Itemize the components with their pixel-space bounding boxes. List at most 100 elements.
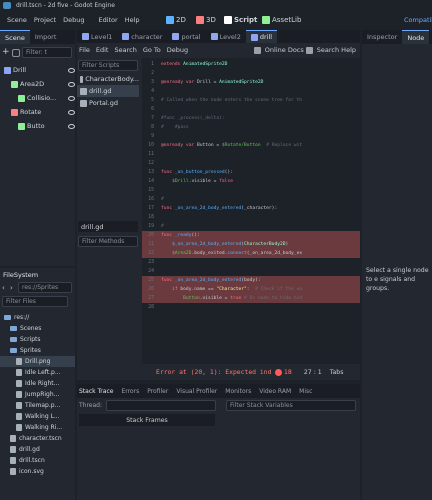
thread-select[interactable] — [106, 399, 217, 411]
visibility-icon[interactable] — [68, 123, 75, 129]
script-list-item[interactable]: drill.gd — [77, 85, 139, 97]
renderer-selector[interactable]: Compatibi — [404, 16, 432, 24]
scene-tab-icon — [122, 33, 130, 40]
visibility-icon[interactable] — [68, 81, 75, 87]
filesystem-item[interactable]: drill.tscn — [0, 455, 75, 466]
filesystem-item[interactable]: Idle Right... — [0, 378, 75, 389]
scene-tab[interactable]: Level1 — [77, 30, 117, 43]
title-bar: drill.tscn - 2d five - Godot Engine — [0, 0, 432, 11]
scene-node-1[interactable]: Area2D — [0, 77, 75, 91]
filesystem-item-label: drill.gd — [19, 446, 40, 453]
code-line: 4 — [142, 87, 360, 96]
filter-scripts-input[interactable]: Filter Scripts — [78, 60, 138, 71]
filesystem-item[interactable]: Scenes — [0, 323, 75, 334]
filter-stack-input[interactable]: Filter Stack Variables — [226, 399, 357, 411]
filesystem-item[interactable]: Walking L... — [0, 411, 75, 422]
menu-project[interactable]: Project — [34, 16, 56, 24]
debugger-tab[interactable]: Profiler — [147, 388, 168, 395]
scene-tab[interactable]: Level2 — [206, 30, 246, 43]
script-menu-item[interactable]: File — [79, 46, 90, 54]
debugger-tab[interactable]: Misc — [299, 388, 312, 395]
tab-import[interactable]: Import — [30, 30, 62, 44]
scene-tab[interactable]: portal — [167, 30, 205, 43]
debugger-tab[interactable]: Stack Trace — [79, 388, 113, 395]
menu-editor[interactable]: Editor — [98, 16, 117, 24]
code-line: 11 — [142, 150, 360, 159]
link-icon[interactable] — [12, 48, 20, 57]
script-menu-item[interactable]: Debug — [167, 46, 188, 54]
online-docs-button[interactable]: Online Docs — [253, 46, 304, 54]
error-count[interactable]: 18 — [284, 369, 292, 376]
filesystem-item[interactable]: res:// — [0, 312, 75, 323]
debugger-tab[interactable]: Visual Profiler — [176, 388, 217, 395]
scene-tab-label: Level2 — [219, 32, 241, 41]
scene-node-3[interactable]: Rotate — [0, 105, 75, 119]
code-editor[interactable]: 1 extends AnimatedSprite2D 2 3 @onready var … — [142, 58, 360, 364]
workspace-3d[interactable]: 3D — [196, 14, 216, 26]
back-icon[interactable]: ‹ — [2, 284, 8, 292]
code-line: 21 $_on_area_2d_body_entered(CharacterBo… — [142, 240, 360, 249]
filesystem-item[interactable]: Idle Left.p... — [0, 367, 75, 378]
debugger-tabs: Stack Trace Errors Profiler Visual Profiler… — [77, 384, 360, 398]
menu-help[interactable]: Help — [125, 16, 140, 24]
script-menu-item[interactable]: Edit — [96, 46, 109, 54]
filesystem-path[interactable]: res://Sprites — [18, 282, 72, 293]
filesystem-item[interactable]: Drill.png — [0, 356, 75, 367]
filesystem-item[interactable]: Tilemap.p... — [0, 400, 75, 411]
filesystem-item[interactable]: drill.gd — [0, 444, 75, 455]
scene-node-4[interactable]: Butto — [0, 119, 75, 133]
visibility-icon[interactable] — [68, 67, 75, 73]
error-message[interactable]: Error at (20, 1): Expected ind — [156, 368, 273, 376]
script-list-item[interactable]: CharacterBody... — [77, 73, 139, 85]
scene-tab[interactable]: character — [117, 30, 167, 43]
tab-node[interactable]: Node — [402, 30, 430, 44]
menu-scene[interactable]: Scene — [7, 16, 27, 24]
script-list-item[interactable]: Portal.gd — [77, 97, 139, 109]
workspace-script[interactable]: Script — [224, 14, 257, 26]
scene-node-0[interactable]: Drill — [0, 63, 75, 77]
code-text: func _on_area_2d_body_entered(body): — [161, 278, 261, 283]
forward-icon[interactable]: › — [10, 284, 16, 292]
search-help-button[interactable]: Search Help — [305, 46, 356, 54]
line-number: 20 — [148, 233, 154, 238]
filter-methods-input[interactable]: Filter Methods — [78, 236, 138, 247]
workspace-assetlib[interactable]: AssetLib — [262, 14, 301, 26]
line-number: 26 — [148, 287, 154, 292]
scene-node-2[interactable]: Collisio... — [0, 91, 75, 105]
debugger-tab[interactable]: Errors — [121, 388, 139, 395]
scene-tab-icon — [210, 33, 218, 40]
indent-mode[interactable]: Tabs — [330, 369, 344, 376]
menu-debug[interactable]: Debug — [63, 16, 84, 24]
filesystem-item[interactable]: icon.svg — [0, 466, 75, 477]
debugger-tab[interactable]: Monitors — [225, 388, 251, 395]
filesystem-item-label: icon.svg — [19, 468, 44, 475]
filesystem-item[interactable]: Walking Ri... — [0, 422, 75, 433]
scene-node-label: Rotate — [20, 108, 42, 116]
workspace-2d[interactable]: 2D — [166, 14, 186, 26]
2d-icon — [166, 16, 174, 24]
tab-scene[interactable]: Scene — [0, 30, 30, 44]
line-number: 15 — [148, 188, 154, 193]
debugger-tab[interactable]: Video RAM — [259, 388, 291, 395]
filesystem-filter-input[interactable]: Filter Files — [2, 296, 68, 307]
scene-node-label: Collisio... — [27, 94, 57, 102]
scene-dock: Scene Import + Filter: t Drill Area2D Coll… — [0, 30, 75, 266]
file-icon — [16, 369, 22, 376]
code-line: 27 Button.visible = true # Or node_to_hi… — [142, 294, 360, 303]
script-menu-item[interactable]: Go To — [143, 46, 161, 54]
filesystem-item[interactable]: Sprites — [0, 345, 75, 356]
scene-filter-input[interactable]: Filter: t — [22, 47, 72, 58]
code-line: 1 extends AnimatedSprite2D — [142, 60, 360, 69]
add-node-icon[interactable]: + — [2, 47, 10, 57]
visibility-icon[interactable] — [68, 95, 75, 101]
filesystem-item[interactable]: character.tscn — [0, 433, 75, 444]
visibility-icon[interactable] — [68, 109, 75, 115]
filesystem-item[interactable]: JumpRigh... — [0, 389, 75, 400]
scene-tab[interactable]: drill — [245, 30, 278, 43]
filesystem-item[interactable]: Scripts — [0, 334, 75, 345]
file-icon — [16, 380, 22, 387]
cursor-position: 27 : 1 — [303, 368, 322, 376]
tab-inspector[interactable]: Inspector — [362, 30, 402, 44]
scene-node-label: Butto — [27, 122, 45, 130]
script-menu-item[interactable]: Search — [114, 46, 136, 54]
